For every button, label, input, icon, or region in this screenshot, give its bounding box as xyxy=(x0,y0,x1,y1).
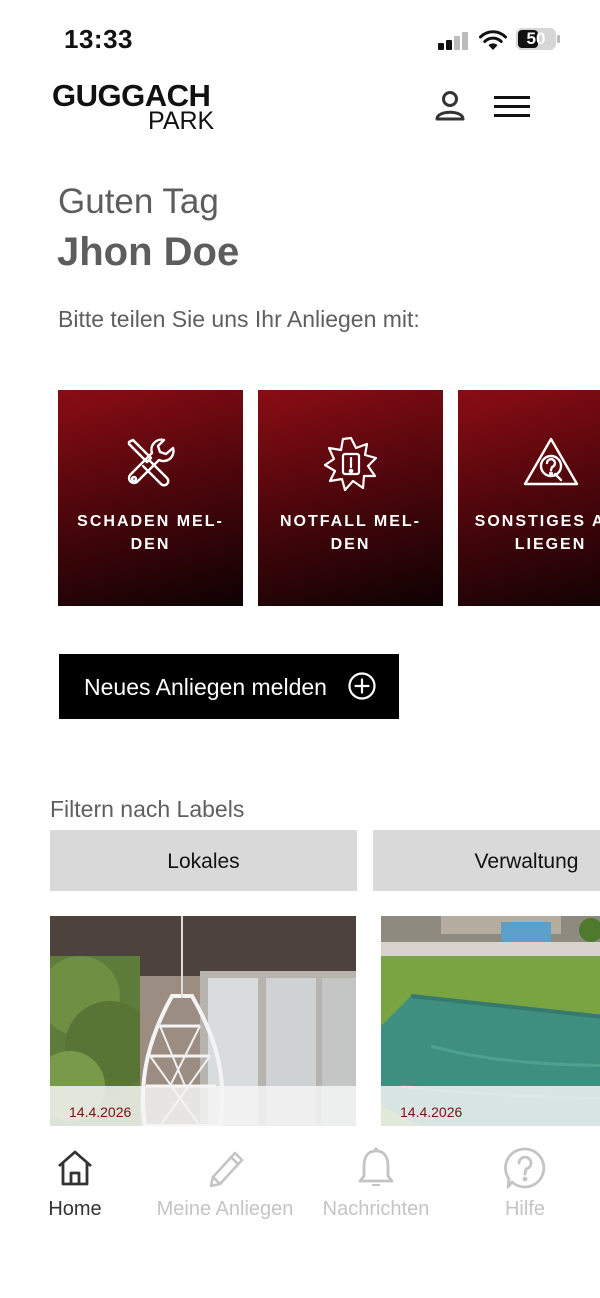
filter-chips: Lokales Verwaltung xyxy=(50,830,600,892)
category-card-damage[interactable]: SCHADEN MEL- DEN xyxy=(58,390,243,606)
nav-item-home[interactable]: Home xyxy=(0,1146,150,1226)
help-icon xyxy=(504,1147,546,1189)
pencil-icon xyxy=(209,1151,244,1188)
user-name: Jhon Doe xyxy=(57,230,240,274)
news-card[interactable]: 14.4.2026 xyxy=(50,916,356,1126)
category-card-other[interactable]: SONSTIGES AN- LIEGEN xyxy=(458,390,600,606)
status-bar: 13:33 50 xyxy=(0,0,600,80)
filter-title: Filtern nach Labels xyxy=(50,796,245,822)
filter-chip-lokales[interactable]: Lokales xyxy=(50,830,357,891)
category-label: SONSTIGES AN- LIEGEN xyxy=(474,513,600,553)
greeting: Guten Tag xyxy=(58,182,219,221)
status-time: 13:33 xyxy=(64,24,133,54)
battery-icon: 50 xyxy=(516,28,560,50)
nav-item-messages[interactable]: Nachrichten xyxy=(301,1146,451,1226)
nav-label: Hilfe xyxy=(504,1198,545,1220)
prompt-text: Bitte teilen Sie uns Ihr Anliegen mit: xyxy=(58,306,420,332)
bell-icon xyxy=(358,1147,394,1186)
news-cards: 14.4.2026 14.4.2026 xyxy=(50,916,600,1126)
plus-circle-icon xyxy=(348,672,376,700)
nav-item-help[interactable]: Hilfe xyxy=(450,1146,600,1226)
category-label: SCHADEN MEL- DEN xyxy=(77,513,224,553)
home-icon xyxy=(58,1150,92,1186)
question-warning-icon xyxy=(523,437,578,486)
wifi-icon xyxy=(479,30,507,50)
nav-label: Home xyxy=(48,1198,102,1220)
logo-text-bottom: PARK xyxy=(148,107,215,135)
emergency-icon xyxy=(323,436,377,492)
category-card-emergency[interactable]: NOTFALL MEL- DEN xyxy=(258,390,443,606)
news-card[interactable]: 14.4.2026 xyxy=(381,916,600,1126)
menu-icon[interactable] xyxy=(492,92,532,122)
user-icon[interactable] xyxy=(432,88,468,124)
tools-icon xyxy=(127,438,175,487)
battery-level: 50 xyxy=(526,29,546,48)
news-date: 14.4.2026 xyxy=(400,1104,463,1120)
nav-label: Nachrichten xyxy=(322,1198,430,1220)
new-issue-label: Neues Anliegen melden xyxy=(84,674,327,700)
new-issue-button[interactable]: Neues Anliegen melden xyxy=(59,654,399,719)
nav-label: Meine Anliegen xyxy=(156,1198,294,1220)
news-date: 14.4.2026 xyxy=(69,1104,132,1120)
category-cards: SCHADEN MEL- DEN NOTFALL MEL- DEN SONSTI… xyxy=(58,390,600,606)
category-label: NOTFALL MEL- DEN xyxy=(279,513,422,553)
filter-chip-verwaltung[interactable]: Verwaltung xyxy=(373,830,600,891)
logo[interactable]: GUGGACH PARK xyxy=(52,80,222,136)
nav-item-my-issues[interactable]: Meine Anliegen xyxy=(150,1146,300,1226)
bottom-nav: Home Meine Anliegen Nachrichten Hilfe xyxy=(0,1126,600,1298)
signal-icon xyxy=(438,32,470,50)
